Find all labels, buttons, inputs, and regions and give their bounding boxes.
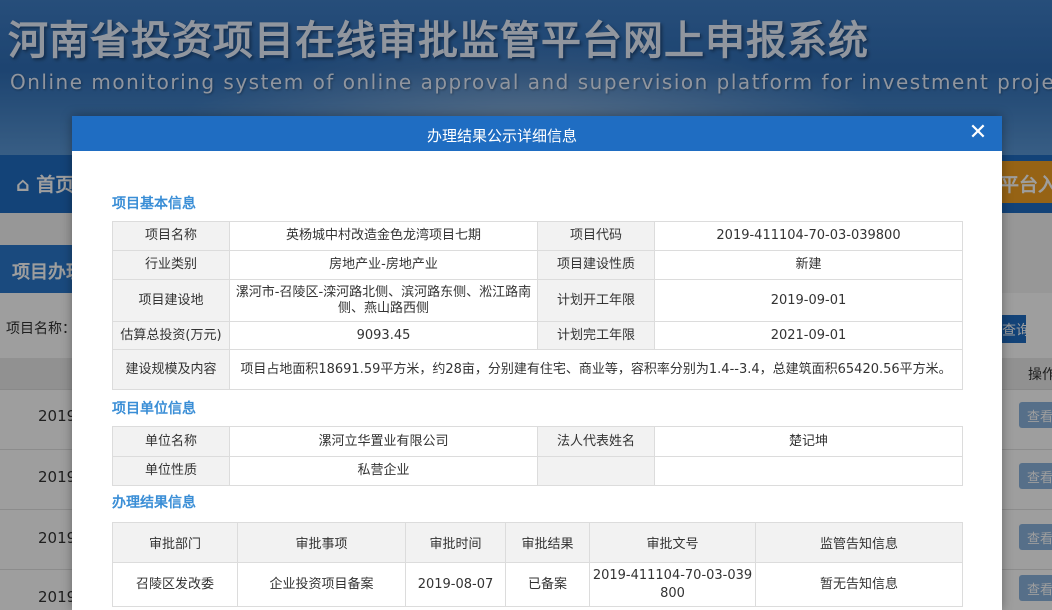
value-project-name: 英杨城中村改造金色龙湾项目七期 xyxy=(229,221,538,251)
label-unit-type: 单位性质 xyxy=(112,456,230,486)
modal-header: 办理结果公示详细信息 ✕ xyxy=(72,116,1002,151)
basic-info-table: 项目名称 英杨城中村改造金色龙湾项目七期 项目代码 2019-411104-70… xyxy=(112,221,963,390)
header-approval-time: 审批时间 xyxy=(405,522,506,563)
approval-result-table: 审批部门 审批事项 审批时间 审批结果 审批文号 监管告知信息 召陵区发改委 企… xyxy=(112,522,963,607)
value-project-code: 2019-411104-70-03-039800 xyxy=(654,221,963,251)
cell-approval-result: 已备案 xyxy=(505,562,590,607)
cell-approval-doc-no: 2019-411104-70-03-039800 xyxy=(589,562,756,607)
section-title-unit: 项目单位信息 xyxy=(112,401,196,417)
value-unit-type: 私营企业 xyxy=(229,456,538,486)
value-legal-representative: 楚记坤 xyxy=(654,426,963,457)
header-approval-result: 审批结果 xyxy=(505,522,590,563)
empty-cell xyxy=(654,456,963,486)
result-detail-modal: 办理结果公示详细信息 ✕ 项目基本信息 项目名称 英杨城中村改造金色龙湾项目七期… xyxy=(72,116,1002,610)
label-legal-representative: 法人代表姓名 xyxy=(537,426,655,457)
value-total-investment: 9093.45 xyxy=(229,321,538,350)
label-total-investment: 估算总投资(万元) xyxy=(112,321,230,350)
value-unit-name: 漯河立华置业有限公司 xyxy=(229,426,538,457)
value-industry: 房地产业-房地产业 xyxy=(229,250,538,280)
value-construction-nature: 新建 xyxy=(654,250,963,280)
value-location: 漯河市-召陵区-滦河路北侧、滨河路东侧、淞江路南侧、燕山路西侧 xyxy=(229,279,538,322)
value-planned-finish: 2021-09-01 xyxy=(654,321,963,350)
header-supervision-notice: 监管告知信息 xyxy=(755,522,963,563)
unit-info-table: 单位名称 漯河立华置业有限公司 法人代表姓名 楚记坤 单位性质 私营企业 xyxy=(112,426,963,486)
label-project-name: 项目名称 xyxy=(112,221,230,251)
label-unit-name: 单位名称 xyxy=(112,426,230,457)
empty-cell xyxy=(537,456,655,486)
label-planned-start: 计划开工年限 xyxy=(537,279,655,322)
cell-approval-time: 2019-08-07 xyxy=(405,562,506,607)
label-construction-nature: 项目建设性质 xyxy=(537,250,655,280)
section-title-basic: 项目基本信息 xyxy=(112,196,196,212)
section-title-result: 办理结果信息 xyxy=(112,495,196,511)
cell-supervision-notice: 暂无告知信息 xyxy=(755,562,963,607)
close-icon[interactable]: ✕ xyxy=(966,121,990,145)
modal-title: 办理结果公示详细信息 xyxy=(426,127,577,145)
header-approval-doc-no: 审批文号 xyxy=(589,522,756,563)
header-approval-dept: 审批部门 xyxy=(112,522,238,563)
cell-approval-item: 企业投资项目备案 xyxy=(237,562,406,607)
label-construction-scale: 建设规模及内容 xyxy=(112,349,230,390)
cell-approval-dept: 召陵区发改委 xyxy=(112,562,238,607)
label-location: 项目建设地 xyxy=(112,279,230,322)
label-project-code: 项目代码 xyxy=(537,221,655,251)
value-planned-start: 2019-09-01 xyxy=(654,279,963,322)
label-industry: 行业类别 xyxy=(112,250,230,280)
label-planned-finish: 计划完工年限 xyxy=(537,321,655,350)
table-row: 召陵区发改委 企业投资项目备案 2019-08-07 已备案 2019-4111… xyxy=(112,562,963,607)
value-construction-scale: 项目占地面积18691.59平方米，约28亩，分别建有住宅、商业等，容积率分别为… xyxy=(229,349,963,390)
header-approval-item: 审批事项 xyxy=(237,522,406,563)
